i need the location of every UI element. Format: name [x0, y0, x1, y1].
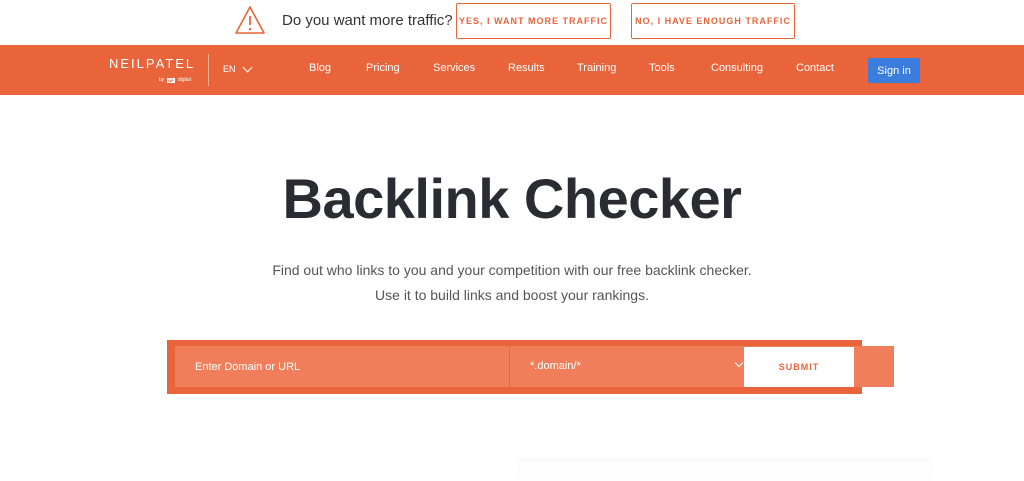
- nav-item-services[interactable]: Services: [433, 62, 475, 74]
- nav-item-blog[interactable]: Blog: [309, 62, 331, 74]
- no-enough-traffic-button[interactable]: NO, I HAVE ENOUGH TRAFFIC: [631, 3, 795, 39]
- content-card-edge: [520, 462, 930, 481]
- domain-url-input[interactable]: [175, 346, 509, 387]
- nav-item-training[interactable]: Training: [577, 62, 616, 74]
- hero-subtitle-line2: Use it to build links and boost your ran…: [375, 287, 649, 303]
- sign-in-button[interactable]: Sign in: [868, 58, 920, 83]
- traffic-banner: Do you want more traffic? YES, I WANT MO…: [0, 0, 1024, 45]
- chevron-down-icon: [242, 62, 252, 72]
- logo-subline: by NP digital: [159, 77, 191, 83]
- backlink-search-form: *.domain/* SUBMIT: [167, 340, 894, 394]
- nav-item-results[interactable]: Results: [508, 62, 545, 74]
- traffic-question: Do you want more traffic?: [282, 12, 453, 29]
- language-label: EN: [223, 64, 236, 74]
- nav-item-tools[interactable]: Tools: [649, 62, 675, 74]
- main-navbar: NEILPATEL by NP digital EN Blog Pricing …: [0, 45, 1024, 95]
- neilpatel-logo[interactable]: NEILPATEL by NP digital: [109, 54, 199, 88]
- nav-item-pricing[interactable]: Pricing: [366, 62, 400, 74]
- page-title: Backlink Checker: [282, 167, 742, 230]
- warning-triangle-icon: [235, 6, 265, 34]
- yes-more-traffic-button[interactable]: YES, I WANT MORE TRAFFIC: [456, 3, 611, 39]
- logo-by: by: [159, 77, 165, 83]
- chevron-down-icon: [734, 358, 744, 368]
- nav-divider: [208, 54, 209, 86]
- nav-item-contact[interactable]: Contact: [796, 62, 834, 74]
- domain-scope-value: *.domain/*: [530, 360, 581, 372]
- logo-digital: digital: [177, 77, 191, 83]
- language-selector[interactable]: EN: [223, 62, 252, 74]
- logo-wordmark: NEILPATEL: [109, 56, 196, 71]
- submit-button[interactable]: SUBMIT: [744, 347, 854, 387]
- nav-item-consulting[interactable]: Consulting: [711, 62, 763, 74]
- logo-badge: NP: [167, 77, 175, 83]
- hero-subtitle-line1: Find out who links to you and your compe…: [272, 262, 752, 278]
